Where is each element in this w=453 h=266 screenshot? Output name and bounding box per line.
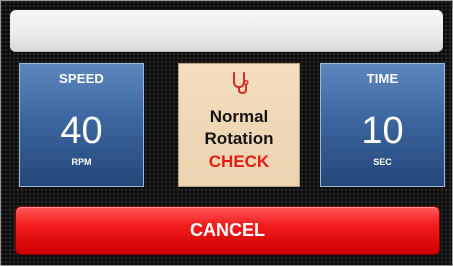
status-check: CHECK xyxy=(208,152,270,171)
time-value: 10 xyxy=(361,110,404,152)
stethoscope-icon xyxy=(233,72,249,95)
status-panel: Normal Rotation CHECK xyxy=(178,63,300,187)
speed-unit: RPM xyxy=(71,157,92,167)
speed-panel: SPEED 40 RPM xyxy=(19,63,144,187)
status-line-2: Rotation xyxy=(204,129,274,148)
speed-label: SPEED xyxy=(58,71,105,86)
speed-value: 40 xyxy=(60,110,103,152)
time-label: TIME xyxy=(366,71,399,86)
cancel-button[interactable]: CANCEL xyxy=(15,206,440,255)
time-panel: TIME 10 SEC xyxy=(320,63,445,187)
time-unit: SEC xyxy=(373,157,392,167)
title-bar xyxy=(10,10,443,52)
status-line-1: Normal xyxy=(209,107,269,126)
